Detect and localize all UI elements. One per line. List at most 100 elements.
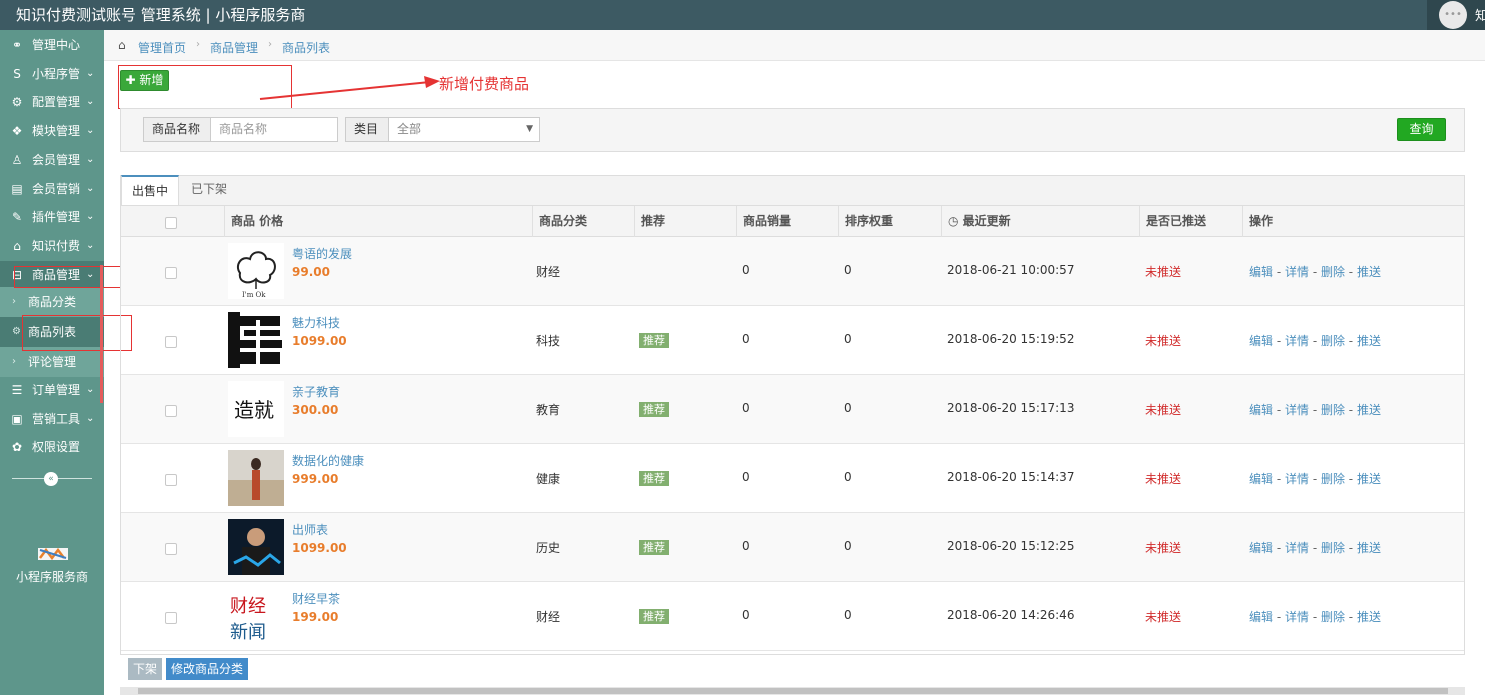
edit-link[interactable]: 编辑 <box>1249 403 1273 417</box>
breadcrumb: ⌂ 管理首页 › 商品管理 › 商品列表 <box>104 30 1485 61</box>
product-thumbnail[interactable] <box>228 519 284 575</box>
sidebar-item-4[interactable]: ♙ 会员管理 ⌄ <box>0 146 104 174</box>
edit-link[interactable]: 编辑 <box>1249 472 1273 486</box>
product-thumbnail[interactable]: I'm Ok <box>228 243 284 299</box>
push-link[interactable]: 推送 <box>1357 610 1381 624</box>
delete-link[interactable]: 删除 <box>1321 541 1345 555</box>
sidebar-item-label: 小程序管 <box>32 66 81 81</box>
push-link[interactable]: 推送 <box>1357 265 1381 279</box>
recommend-badge: 推荐 <box>639 540 669 555</box>
tab-off-shelf[interactable]: 已下架 <box>181 175 237 205</box>
product-weight: 0 <box>844 332 852 346</box>
table-row[interactable]: 财经 新闻 财经早茶 199.00 财经 推荐 0 0 2018-06-20 14:26:46 未… <box>121 582 1464 651</box>
edit-link[interactable]: 编辑 <box>1249 334 1273 348</box>
sidebar-item-3[interactable]: ❖ 模块管理 ⌄ <box>0 117 104 145</box>
edit-link[interactable]: 编辑 <box>1249 265 1273 279</box>
edit-link[interactable]: 编辑 <box>1249 610 1273 624</box>
detail-link[interactable]: 详情 <box>1285 610 1309 624</box>
cog-icon: ✿ <box>11 440 23 455</box>
detail-link[interactable]: 详情 <box>1285 265 1309 279</box>
delete-link[interactable]: 删除 <box>1321 265 1345 279</box>
sidebar-item-7[interactable]: ⌂ 知识付费 ⌄ <box>0 232 104 260</box>
category-label: 类目 <box>345 117 389 142</box>
sidebar-subitem-2[interactable]: › 评论管理 <box>0 347 104 377</box>
delete-link[interactable]: 删除 <box>1321 334 1345 348</box>
detail-link[interactable]: 详情 <box>1285 472 1309 486</box>
product-name-link[interactable]: 亲子教育 <box>292 383 340 400</box>
push-link[interactable]: 推送 <box>1357 472 1381 486</box>
product-price: 1099.00 <box>292 541 347 555</box>
push-status: 未推送 <box>1145 403 1182 417</box>
query-button[interactable]: 查询 <box>1397 118 1446 141</box>
header-product-price: 商品 价格 <box>225 206 533 237</box>
push-link[interactable]: 推送 <box>1357 541 1381 555</box>
detail-link[interactable]: 详情 <box>1285 334 1309 348</box>
row-checkbox[interactable] <box>165 336 177 348</box>
table-row[interactable]: 出师表 1099.00 历史 推荐 0 0 2018-06-20 15:12:25 未推送 编辑… <box>121 513 1464 582</box>
product-name-link[interactable]: 出师表 <box>292 521 328 538</box>
detail-link[interactable]: 详情 <box>1285 403 1309 417</box>
row-checkbox[interactable] <box>165 267 177 279</box>
wrench-icon: ✎ <box>11 210 23 225</box>
sidebar-item-1[interactable]: S 小程序管 ⌄ <box>0 60 104 88</box>
delete-link[interactable]: 删除 <box>1321 472 1345 486</box>
product-category: 健康 <box>536 472 561 486</box>
offline-button[interactable]: 下架 <box>128 658 162 680</box>
sidebar-item2-0[interactable]: ☰ 订单管理 ⌄ <box>0 376 104 404</box>
table-row[interactable]: 魅力科技 1099.00 科技 推荐 0 0 2018-06-20 15:19:52 未推送 编… <box>121 306 1464 375</box>
category-select[interactable]: 全部 ▼ <box>388 117 540 142</box>
table-row[interactable]: 造就 亲子教育 300.00 教育 推荐 0 0 2018-06-20 15:17:13 未推送… <box>121 375 1464 444</box>
delete-link[interactable]: 删除 <box>1321 403 1345 417</box>
product-thumbnail[interactable]: 造就 <box>228 381 284 437</box>
collapse-sidebar-icon[interactable]: « <box>44 472 58 486</box>
scrollbar-thumb[interactable] <box>138 688 1448 694</box>
product-sales: 0 <box>742 608 750 622</box>
product-thumbnail[interactable]: 财经 新闻 <box>228 588 284 644</box>
sidebar-item2-1[interactable]: ▣ 营销工具 ⌄ <box>0 405 104 433</box>
product-name-link[interactable]: 粤语的发展 <box>292 245 352 262</box>
product-weight: 0 <box>844 263 852 277</box>
product-thumbnail[interactable] <box>228 450 284 506</box>
sidebar-subitem-0[interactable]: › 商品分类 <box>0 287 104 317</box>
push-status: 未推送 <box>1145 541 1182 555</box>
sidebar-item2-2[interactable]: ✿ 权限设置 <box>0 433 104 461</box>
row-checkbox[interactable] <box>165 612 177 624</box>
home-icon[interactable]: ⌂ <box>118 38 126 52</box>
product-name-link[interactable]: 魅力科技 <box>292 314 340 331</box>
modify-category-button[interactable]: 修改商品分类 <box>166 658 248 680</box>
edit-link[interactable]: 编辑 <box>1249 541 1273 555</box>
select-all-checkbox[interactable] <box>165 217 177 229</box>
sidebar-item-2[interactable]: ⚙ 配置管理 ⌄ <box>0 88 104 116</box>
detail-link[interactable]: 详情 <box>1285 541 1309 555</box>
chevron-down-icon: ⌄ <box>86 182 95 194</box>
table-row[interactable]: I'm Ok 粤语的发展 99.00 财经 0 0 2018-06-21 10:00:57 未… <box>121 237 1464 306</box>
product-name-input[interactable]: 商品名称 <box>210 117 338 142</box>
annotation-text: 新增付费商品 <box>439 75 530 93</box>
sidebar-item-0[interactable]: ⚭ 管理中心 <box>0 31 104 59</box>
table-row[interactable]: 数据化的健康 999.00 健康 推荐 0 0 2018-06-20 15:14:37 未推送… <box>121 444 1464 513</box>
user-name[interactable]: 知 <box>1475 5 1485 24</box>
breadcrumb-home[interactable]: 管理首页 <box>138 39 186 56</box>
horizontal-scrollbar[interactable] <box>120 687 1465 695</box>
home-icon: ⌂ <box>13 238 21 253</box>
row-checkbox[interactable] <box>165 405 177 417</box>
sidebar-item-label: 会员管理 <box>32 152 81 167</box>
product-sales: 0 <box>742 470 750 484</box>
row-checkbox[interactable] <box>165 543 177 555</box>
push-link[interactable]: 推送 <box>1357 334 1381 348</box>
sidebar-item-6[interactable]: ✎ 插件管理 ⌄ <box>0 203 104 231</box>
product-updated: 2018-06-20 15:14:37 <box>947 470 1075 484</box>
user-menu[interactable]: ••• 知 <box>1427 0 1485 30</box>
sidebar-item-5[interactable]: ▤ 会员营销 ⌄ <box>0 175 104 203</box>
product-name-link[interactable]: 数据化的健康 <box>292 452 364 469</box>
header-sales: 商品销量 <box>737 206 839 237</box>
tab-on-sale[interactable]: 出售中 <box>121 175 180 205</box>
row-checkbox[interactable] <box>165 474 177 486</box>
breadcrumb-product-mgmt[interactable]: 商品管理 <box>210 39 258 56</box>
product-thumbnail[interactable] <box>228 312 284 368</box>
avatar[interactable]: ••• <box>1439 1 1467 29</box>
product-name-link[interactable]: 财经早茶 <box>292 590 340 607</box>
push-link[interactable]: 推送 <box>1357 403 1381 417</box>
add-button[interactable]: ✚ 新增 <box>120 70 169 91</box>
delete-link[interactable]: 删除 <box>1321 610 1345 624</box>
